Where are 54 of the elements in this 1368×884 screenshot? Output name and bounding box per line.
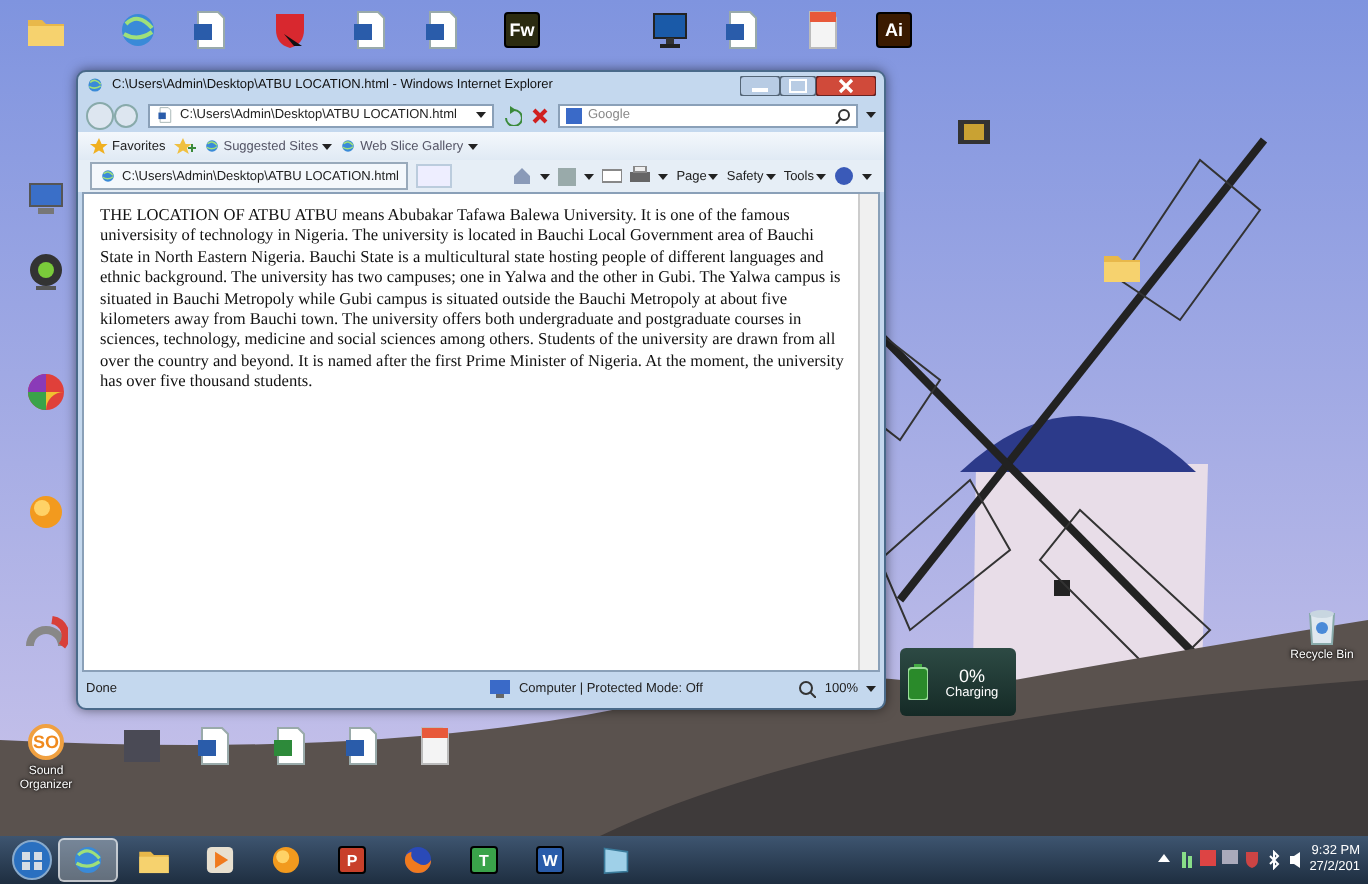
add-favorite-icon[interactable] — [173, 138, 196, 154]
caret-icon — [584, 173, 595, 179]
caret-icon — [765, 173, 776, 179]
zoom-icon[interactable] — [798, 680, 817, 698]
caret-icon — [658, 173, 669, 179]
caret-icon — [467, 143, 478, 149]
page-paragraph: THE LOCATION OF ATBU ATBU means Abubakar Tafawa Balewa University. It is one of the famous universisity of technology in Nigeria. The university is located in Bauchi Local Government area of Bauchi State in North Eastern Nigeria. Bauchi State is a multicultural state hosting people of different languages and ethnic background. The university has two campuses; one in Yalwa and the other in Gubi. The Yalwa campus is situated in Bauchi Metropoly while Gubi campus is situated outside the Bauchi Metropoly at about five kilometers away from Bauchi town. The university offers both undergraduate and postgraduate courses in sciences, technology, medicine and social sciences among others. Students of the university are drawn from all over the country and beyond. It is named after the first Prime Minister of Nigeria. At the moment, the university has over five thousand students. — [98, 204, 846, 395]
speaker-icon[interactable] — [1287, 850, 1304, 870]
taskbar-button[interactable]: P — [322, 838, 382, 882]
caret-icon — [866, 112, 876, 118]
network-icon[interactable] — [1221, 850, 1238, 870]
caret-icon — [322, 143, 333, 149]
caret-icon — [708, 173, 719, 179]
media-player-icon[interactable] — [202, 842, 238, 878]
minimize-icon[interactable] — [740, 75, 780, 95]
document-icon[interactable] — [156, 106, 174, 124]
maximize-icon[interactable] — [780, 75, 816, 95]
google-icon[interactable] — [566, 107, 582, 123]
caret-icon — [866, 686, 876, 692]
sun-icon[interactable] — [268, 842, 304, 878]
battery-icon[interactable] — [908, 664, 928, 700]
close-icon[interactable] — [816, 75, 876, 95]
caret-icon — [862, 173, 872, 179]
globe-icon[interactable] — [70, 842, 106, 878]
globe-icon[interactable] — [203, 138, 220, 154]
star-icon[interactable] — [90, 138, 108, 154]
app-icon[interactable]: Fw — [504, 12, 540, 48]
webcam-icon[interactable] — [24, 250, 68, 294]
bluetooth-icon[interactable] — [1265, 850, 1282, 870]
monitor-icon[interactable] — [648, 8, 692, 52]
refresh-icon[interactable] — [502, 105, 522, 125]
fox-globe-icon[interactable] — [400, 842, 436, 878]
battery-percent: 0% — [958, 665, 985, 685]
scrollbar[interactable] — [858, 194, 878, 670]
start-orb-icon[interactable] — [12, 840, 52, 880]
app-icon[interactable]: Ai — [876, 12, 912, 48]
globe-icon[interactable] — [100, 168, 116, 184]
app-icon[interactable]: P — [338, 846, 366, 874]
computer-icon[interactable] — [490, 680, 511, 698]
mail-icon[interactable] — [602, 166, 623, 186]
print-icon[interactable] — [630, 166, 651, 186]
caret-icon — [816, 173, 826, 179]
help-icon[interactable] — [834, 166, 854, 186]
caret-icon — [540, 173, 551, 179]
search-icon[interactable] — [834, 107, 850, 123]
stop-icon[interactable] — [530, 105, 550, 125]
window-icon[interactable] — [598, 842, 634, 878]
plug-icon[interactable] — [1177, 850, 1194, 870]
globe-icon[interactable] — [340, 138, 357, 154]
pinwheel-icon[interactable] — [24, 370, 68, 414]
app-icon[interactable]: W — [536, 846, 564, 874]
taskbar-button[interactable]: W — [520, 838, 580, 882]
caret-icon — [476, 112, 486, 118]
photo-placeholder — [120, 724, 164, 768]
